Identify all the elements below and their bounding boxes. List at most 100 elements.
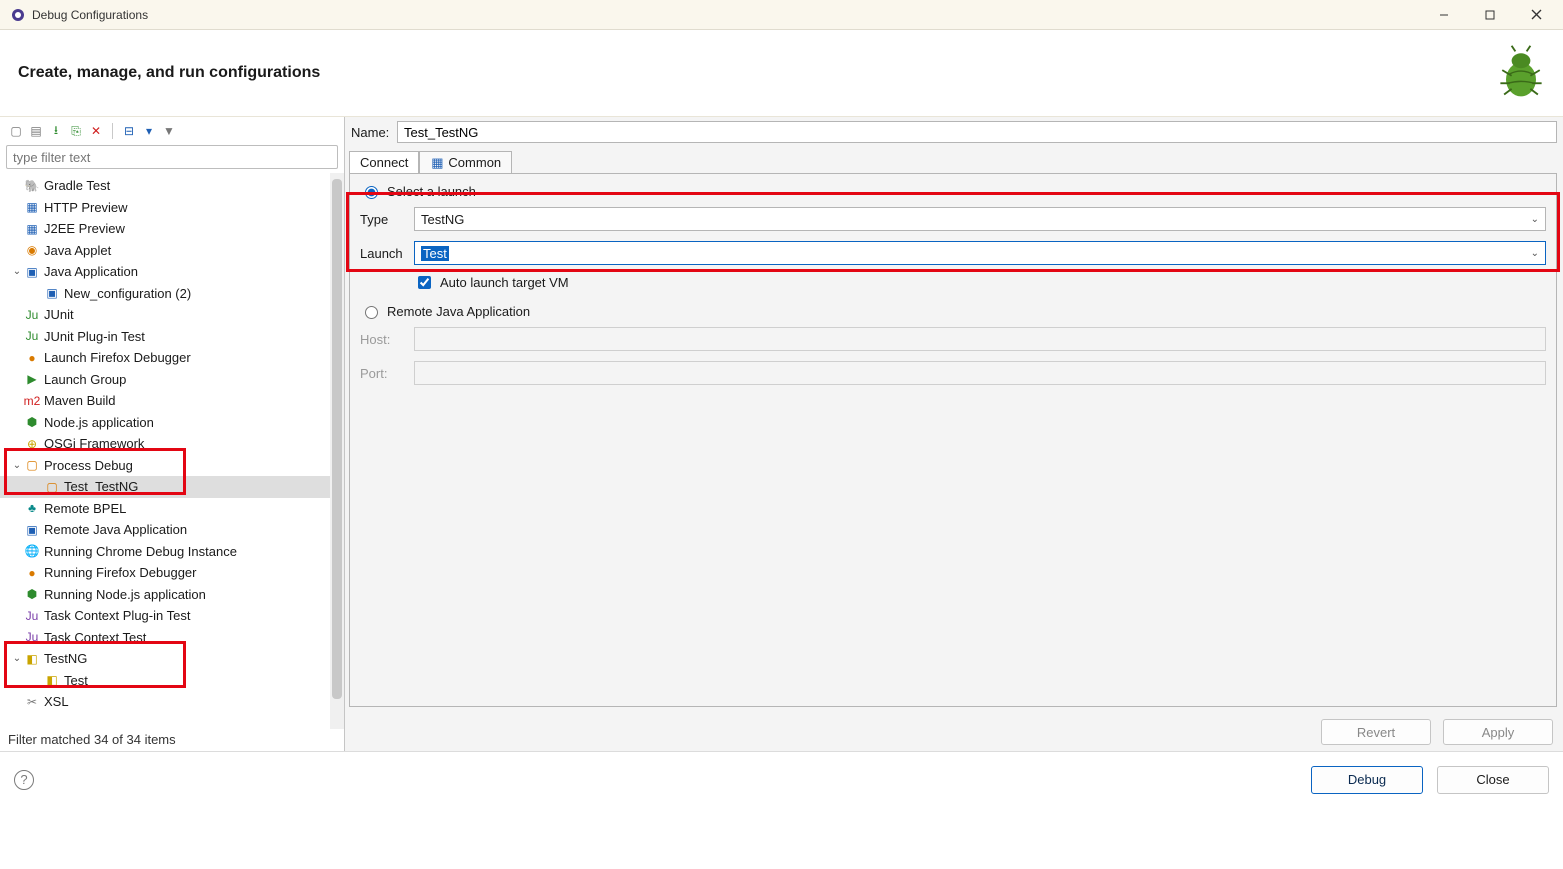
- java-app-icon: ▣: [44, 285, 60, 301]
- tree-item-selected[interactable]: ▢Test_TestNG: [0, 476, 330, 498]
- tree-item[interactable]: ▶Launch Group: [0, 369, 330, 391]
- tree-item[interactable]: JuJUnit Plug-in Test: [0, 326, 330, 348]
- bpel-icon: ♣: [24, 500, 40, 516]
- chrome-icon: 🌐: [24, 543, 40, 559]
- tree-item[interactable]: ⊕OSGi Framework: [0, 433, 330, 455]
- chevron-down-icon: ⌄: [1531, 214, 1539, 225]
- radio-select-launch[interactable]: [365, 186, 378, 199]
- name-input[interactable]: [397, 121, 1557, 143]
- dialog-footer: ? Debug Close: [0, 751, 1563, 807]
- app-icon: [10, 7, 26, 23]
- process-debug-icon: ▢: [24, 457, 40, 473]
- revert-button[interactable]: Revert: [1321, 719, 1431, 745]
- window-title: Debug Configurations: [32, 8, 148, 22]
- tree-item[interactable]: ⬢Running Node.js application: [0, 584, 330, 606]
- tree-scrollbar[interactable]: [330, 173, 344, 729]
- maven-icon: m2: [24, 393, 40, 409]
- tree-item[interactable]: ♣Remote BPEL: [0, 498, 330, 520]
- collapse-all-icon[interactable]: ⊟: [121, 123, 137, 139]
- task-plugin-icon: Ju: [24, 608, 40, 624]
- close-window-button[interactable]: [1513, 0, 1559, 30]
- port-input: [414, 361, 1546, 385]
- help-icon[interactable]: ?: [14, 770, 34, 790]
- title-bar: Debug Configurations: [0, 0, 1563, 30]
- applet-icon: ◉: [24, 242, 40, 258]
- java-app-icon: ▣: [24, 264, 40, 280]
- tab-bar: Connect ▦Common: [345, 147, 1563, 173]
- debug-button[interactable]: Debug: [1311, 766, 1423, 794]
- tree-item[interactable]: ▣New_configuration (2): [0, 283, 330, 305]
- radio-remote-java[interactable]: [365, 306, 378, 319]
- tree-item[interactable]: JuTask Context Plug-in Test: [0, 605, 330, 627]
- filter-icon[interactable]: ▾: [141, 123, 157, 139]
- j2ee-icon: ▦: [24, 221, 40, 237]
- radio-remote-java-label: Remote Java Application: [387, 304, 530, 319]
- tree-item[interactable]: ⌄◧TestNG: [0, 648, 330, 670]
- tree-item[interactable]: ⌄▢Process Debug: [0, 455, 330, 477]
- launch-label: Launch: [360, 246, 414, 261]
- new-config-icon[interactable]: ▢: [8, 123, 24, 139]
- tab-connect[interactable]: Connect: [349, 151, 419, 173]
- tree-item[interactable]: ◧Test: [0, 670, 330, 692]
- tree-item[interactable]: m2Maven Build: [0, 390, 330, 412]
- task-test-icon: Ju: [24, 629, 40, 645]
- host-input: [414, 327, 1546, 351]
- tab-common[interactable]: ▦Common: [419, 151, 512, 173]
- firefox-run-icon: ●: [24, 565, 40, 581]
- filter-dropdown-icon[interactable]: ▼: [161, 123, 177, 139]
- radio-select-launch-label: Select a launch: [387, 184, 476, 199]
- firefox-icon: ●: [24, 350, 40, 366]
- junit-icon: Ju: [24, 307, 40, 323]
- close-button[interactable]: Close: [1437, 766, 1549, 794]
- tree-item[interactable]: JuJUnit: [0, 304, 330, 326]
- host-label: Host:: [360, 332, 414, 347]
- testng-icon: ◧: [24, 651, 40, 667]
- tree-item[interactable]: 🌐Running Chrome Debug Instance: [0, 541, 330, 563]
- maximize-button[interactable]: [1467, 0, 1513, 30]
- type-combo[interactable]: TestNG⌄: [414, 207, 1546, 231]
- port-label: Port:: [360, 366, 414, 381]
- left-pane: ▢ ▤ ⭳ ⎘ ✕ ⊟ ▾ ▼ 🐘Gradle Test ▦HTTP Previ…: [0, 117, 345, 751]
- tree-item[interactable]: ●Running Firefox Debugger: [0, 562, 330, 584]
- xsl-icon: ✂: [24, 694, 40, 710]
- tab-page-connect: Select a launch Type TestNG⌄ Launch Test…: [349, 173, 1557, 707]
- new-prototype-icon[interactable]: ▤: [28, 123, 44, 139]
- export-icon[interactable]: ⭳: [48, 123, 64, 139]
- apply-button[interactable]: Apply: [1443, 719, 1553, 745]
- tree-item[interactable]: ⬢Node.js application: [0, 412, 330, 434]
- auto-launch-checkbox[interactable]: [418, 276, 431, 289]
- tree-item[interactable]: ●Launch Firefox Debugger: [0, 347, 330, 369]
- bug-icon: [1491, 42, 1551, 102]
- remote-java-icon: ▣: [24, 522, 40, 538]
- tree-item[interactable]: ⌄▣Java Application: [0, 261, 330, 283]
- junit-plugin-icon: Ju: [24, 328, 40, 344]
- duplicate-icon[interactable]: ⎘: [68, 123, 84, 139]
- tree-item[interactable]: 🐘Gradle Test: [0, 175, 330, 197]
- name-label: Name:: [351, 125, 397, 140]
- chevron-down-icon: ⌄: [1531, 248, 1539, 259]
- process-debug-icon: ▢: [44, 479, 60, 495]
- type-label: Type: [360, 212, 414, 227]
- osgi-icon: ⊕: [24, 436, 40, 452]
- expand-icon[interactable]: ⌄: [10, 460, 24, 471]
- tree-item[interactable]: JuTask Context Test: [0, 627, 330, 649]
- launch-combo[interactable]: Test⌄: [414, 241, 1546, 265]
- gradle-icon: 🐘: [24, 178, 40, 194]
- tree-item[interactable]: ▣Remote Java Application: [0, 519, 330, 541]
- expand-icon[interactable]: ⌄: [10, 653, 24, 664]
- auto-launch-label: Auto launch target VM: [440, 275, 569, 290]
- config-tree[interactable]: 🐘Gradle Test ▦HTTP Preview ▦J2EE Preview…: [0, 173, 330, 729]
- filter-input[interactable]: [6, 145, 338, 169]
- testng-icon: ◧: [44, 672, 60, 688]
- http-icon: ▦: [24, 199, 40, 215]
- expand-icon[interactable]: ⌄: [10, 266, 24, 277]
- delete-icon[interactable]: ✕: [88, 123, 104, 139]
- right-pane: Name: Connect ▦Common Select a launch Ty…: [345, 117, 1563, 751]
- tree-item[interactable]: ▦J2EE Preview: [0, 218, 330, 240]
- dialog-header: Create, manage, and run configurations: [0, 30, 1563, 117]
- common-icon: ▦: [430, 156, 444, 170]
- tree-item[interactable]: ▦HTTP Preview: [0, 197, 330, 219]
- minimize-button[interactable]: [1421, 0, 1467, 30]
- tree-item[interactable]: ✂XSL: [0, 691, 330, 713]
- tree-item[interactable]: ◉Java Applet: [0, 240, 330, 262]
